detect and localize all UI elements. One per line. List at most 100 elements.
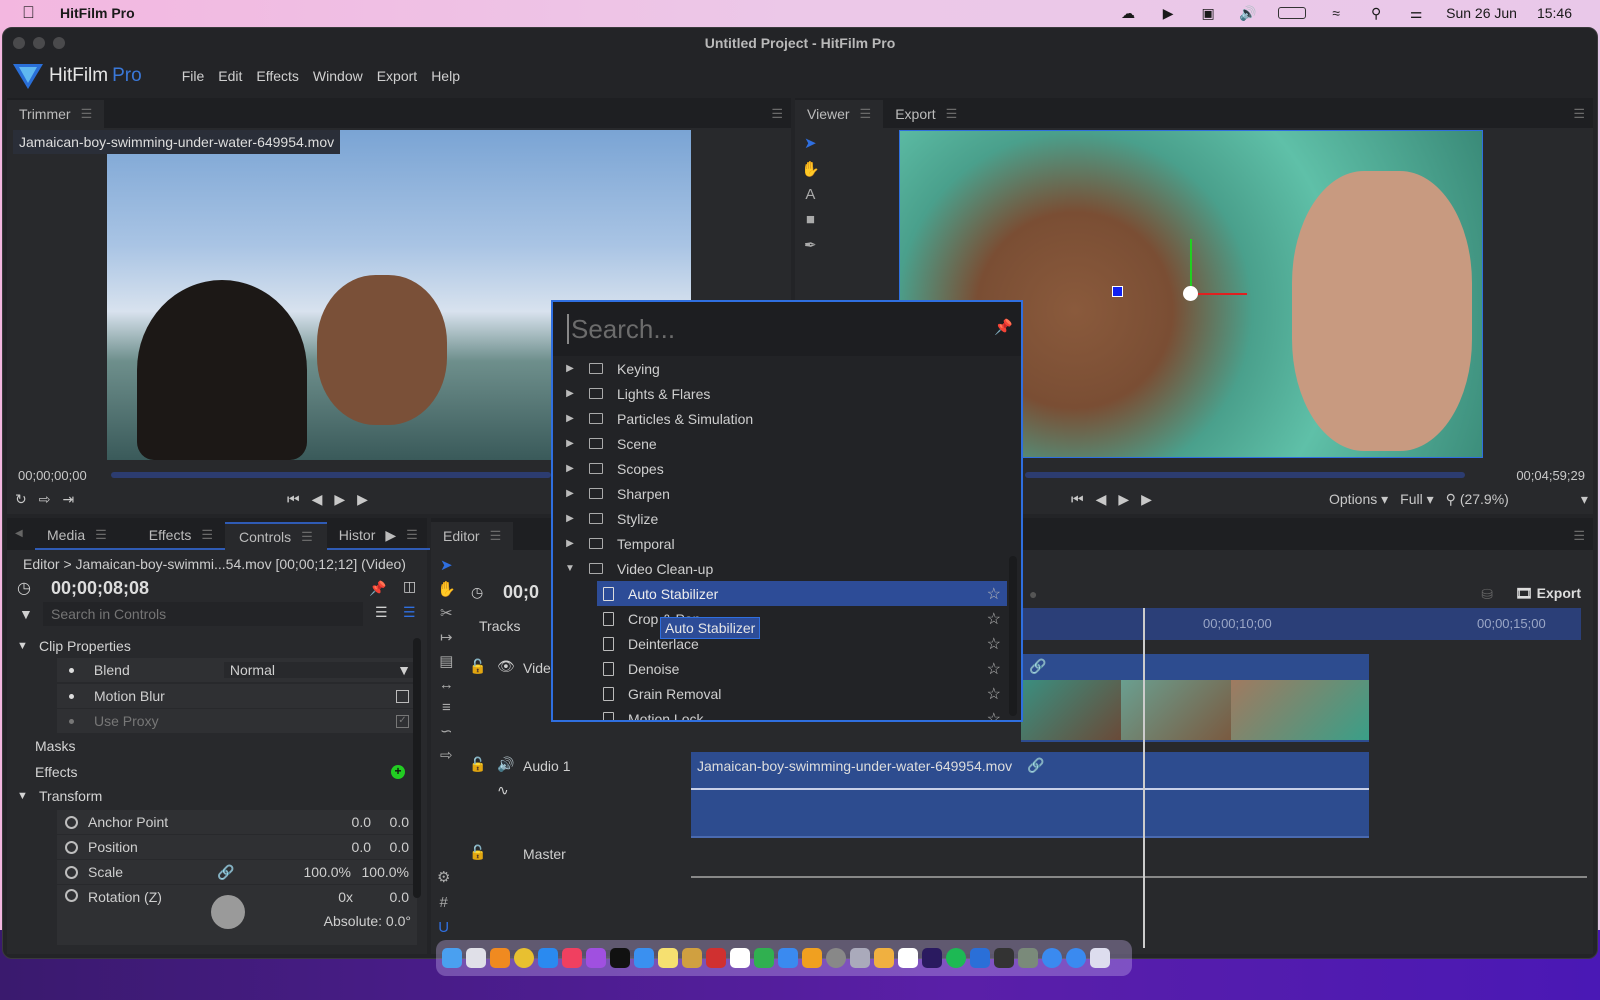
gizmo-x-axis[interactable] <box>1192 293 1247 295</box>
finder-icon[interactable] <box>442 948 462 968</box>
creative-cloud-icon[interactable]: ☁ <box>1118 5 1138 21</box>
waveform-icon[interactable]: ∿ <box>497 782 509 799</box>
panel-menu-icon[interactable]: ☰ <box>1573 528 1585 544</box>
folder-row[interactable]: ▶ Particles & Simulation <box>553 406 1021 431</box>
play-circle-icon[interactable]: ▶ <box>1158 5 1178 21</box>
numbers-icon[interactable] <box>754 948 774 968</box>
chevron-down-icon[interactable]: ▾ <box>1581 491 1588 508</box>
speaker-icon[interactable]: 🔊 <box>497 756 514 773</box>
tab-controls[interactable]: Controls ☰ <box>225 522 327 550</box>
audio-clip[interactable]: Jamaican-boy-swimming-under-water-649954… <box>691 752 1369 838</box>
tab-trimmer[interactable]: Trimmer ☰ <box>7 100 105 128</box>
trash-icon[interactable] <box>1090 948 1110 968</box>
folder-row[interactable]: ▶ Scene <box>553 431 1021 456</box>
mail-icon[interactable] <box>634 948 654 968</box>
books-icon[interactable] <box>490 948 510 968</box>
spotify-icon[interactable] <box>946 948 966 968</box>
music-icon[interactable] <box>562 948 582 968</box>
masks-header[interactable]: Masks <box>17 734 417 758</box>
magnet-icon[interactable]: U <box>438 919 449 936</box>
menubar-date[interactable]: Sun 26 Jun <box>1446 5 1517 21</box>
trimmer-scrubber[interactable] <box>111 472 551 478</box>
dual-app-icon[interactable] <box>874 948 894 968</box>
anchor-handle[interactable] <box>1112 286 1123 297</box>
spotlight-search-icon[interactable]: ⚲ <box>1366 5 1386 21</box>
timeline-ruler[interactable]: 00;00;10;00 00;00;15;00 <box>1021 608 1581 640</box>
folder-row[interactable]: ▶ Lights & Flares <box>553 381 1021 406</box>
apple-icon[interactable]:  <box>22 3 42 23</box>
volume-icon[interactable]: 🔊 <box>1238 5 1258 21</box>
split-view-icon[interactable]: ◫ <box>403 578 416 595</box>
lock-icon[interactable]: 🔓 <box>469 658 486 675</box>
pages-icon[interactable] <box>802 948 822 968</box>
menu-file[interactable]: File <box>182 68 205 84</box>
ripple-icon[interactable]: ∽ <box>440 722 453 740</box>
favorite-star-icon[interactable]: ☆ <box>987 709 1001 721</box>
favorite-star-icon[interactable]: ☆ <box>987 634 1001 654</box>
roll-tool-icon[interactable]: ↔ <box>439 676 454 693</box>
panel-menu-icon[interactable]: ☰ <box>771 106 783 122</box>
menubar-app-name[interactable]: HitFilm Pro <box>60 5 135 21</box>
menu-edit[interactable]: Edit <box>218 68 242 84</box>
tab-media[interactable]: Media ☰ <box>35 522 119 550</box>
control-center-icon[interactable]: ⚌ <box>1406 5 1426 21</box>
claquette-icon[interactable] <box>682 948 702 968</box>
folder-row[interactable]: ▶ Keying <box>553 356 1021 381</box>
podcasts-icon[interactable] <box>586 948 606 968</box>
clip-properties-header[interactable]: ▼ Clip Properties <box>17 634 417 658</box>
rate-stretch-icon[interactable]: ≡ <box>442 699 451 716</box>
rotation-dial[interactable] <box>211 895 245 929</box>
after-effects-icon[interactable] <box>922 948 942 968</box>
battery-icon[interactable] <box>1278 7 1307 19</box>
use-proxy-checkbox[interactable]: ✓ <box>396 714 409 728</box>
pen-tool-icon[interactable]: ✒ <box>804 236 817 254</box>
zoom-dropdown[interactable]: ⚲ (27.9%) <box>1446 491 1509 508</box>
apple-tv-icon[interactable] <box>610 948 630 968</box>
quality-dropdown[interactable]: Full ▾ <box>1400 491 1433 508</box>
pin-icon[interactable]: 📌 <box>369 580 386 597</box>
tabs-scroll-left-icon[interactable]: ◀ <box>15 528 23 539</box>
folder-row[interactable]: ▶ Scopes <box>553 456 1021 481</box>
quicktime-icon[interactable] <box>994 948 1014 968</box>
add-effect-icon[interactable]: + <box>391 765 405 779</box>
folder-row-expanded[interactable]: ▼ Video Clean-up <box>553 556 1021 581</box>
tab-viewer[interactable]: Viewer ☰ <box>795 100 884 128</box>
new-composite-icon[interactable]: ⛁ <box>1481 586 1493 603</box>
effects-header[interactable]: Effects + <box>17 760 417 784</box>
chrome-icon[interactable] <box>514 948 534 968</box>
effect-item-selected[interactable]: Auto Stabilizer ☆ <box>597 581 1007 606</box>
select-tool-icon[interactable]: ➤ <box>440 556 453 574</box>
keynote-icon[interactable] <box>778 948 798 968</box>
menu-effects[interactable]: Effects <box>256 68 299 84</box>
play-icon[interactable]: ▶ <box>357 491 368 508</box>
controls-scrollbar[interactable] <box>413 638 421 898</box>
settings-gear-icon[interactable]: ⚙ <box>437 868 450 886</box>
blend-dropdown[interactable]: Normal ▼ <box>223 662 417 678</box>
step-back-icon[interactable]: ◀ <box>1096 491 1107 508</box>
globe-icon[interactable] <box>1066 948 1086 968</box>
editor-export-button[interactable]: 🎞 Export <box>1515 585 1581 602</box>
snap-grid-icon[interactable]: # <box>440 894 448 911</box>
folder-row[interactable]: ▶ Stylize <box>553 506 1021 531</box>
text-tool-icon[interactable]: A <box>805 186 815 203</box>
app-store-icon[interactable] <box>538 948 558 968</box>
favorite-star-icon[interactable]: ☆ <box>987 584 1001 604</box>
effects-search-input[interactable]: Search... 📌 <box>553 302 1021 356</box>
menu-window[interactable]: Window <box>313 68 363 84</box>
globe-icon[interactable] <box>1042 948 1062 968</box>
razor-tool-icon[interactable]: ✂ <box>440 604 453 622</box>
tab-editor[interactable]: Editor ☰ <box>431 522 514 550</box>
lock-icon[interactable]: 🔓 <box>469 756 486 773</box>
hitfilm-dock-icon[interactable] <box>970 948 990 968</box>
options-dropdown[interactable]: Options ▾ <box>1329 491 1388 508</box>
tab-history[interactable]: Histor ▶ ☰ <box>326 522 430 550</box>
link-icon[interactable]: 🔗 <box>217 864 234 881</box>
visibility-eye-icon[interactable]: 👁 <box>497 658 515 675</box>
panel-menu-icon[interactable]: ☰ <box>1573 106 1585 122</box>
tab-effects[interactable]: Effects ☰ <box>118 522 225 550</box>
motion-blur-checkbox[interactable] <box>396 689 409 703</box>
proxyman-icon[interactable] <box>850 948 870 968</box>
select-tool-icon[interactable]: ➤ <box>804 134 817 152</box>
overlay-icon[interactable]: ⇥ <box>62 491 74 508</box>
effect-item[interactable]: Motion Lock ☆ <box>553 706 1021 720</box>
